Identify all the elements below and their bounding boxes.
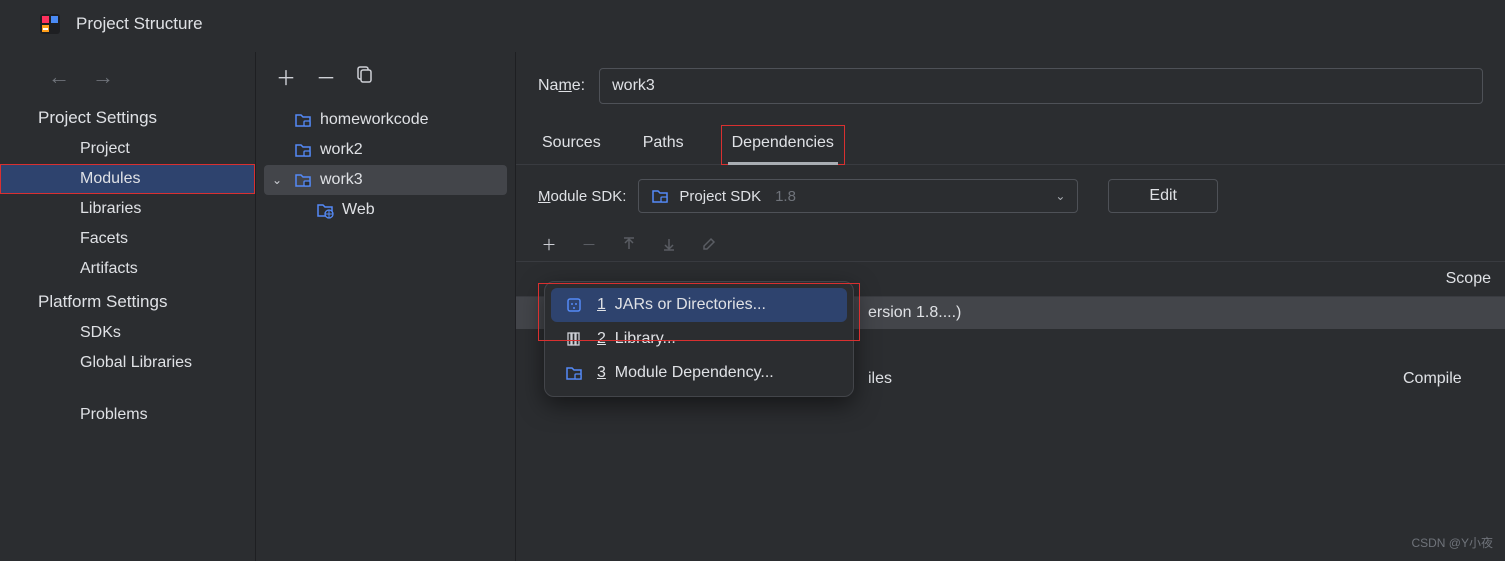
sidebar-item-facets[interactable]: Facets [0,224,255,254]
module-tree-panel: ＋ － homeworkcode work2 ⌄ work3 [256,52,516,561]
tree-item-work2[interactable]: work2 [264,135,507,165]
remove-dependency-button: － [578,233,600,255]
app-logo-icon [38,12,62,36]
popup-item-module-dependency[interactable]: 3 Module Dependency... [551,356,847,390]
chevron-down-icon: ⌄ [1055,189,1065,203]
watermark: CSDN @Y小夜 [1411,534,1493,551]
module-icon [565,364,583,382]
copy-module-button[interactable] [356,65,374,89]
name-label: Name: [538,77,585,95]
popup-item-library[interactable]: 2 Library... [551,322,847,356]
section-platform-settings: Platform Settings [0,284,255,318]
tree-item-web[interactable]: Web [264,195,507,225]
scope-column-header: Scope [1432,262,1505,296]
sidebar-item-modules[interactable]: Modules [0,164,255,194]
sidebar-item-problems[interactable]: Problems [0,400,255,430]
module-sdk-label: Module SDK: [538,188,626,205]
add-dependency-button[interactable]: ＋ [538,233,560,255]
move-down-button [658,233,680,255]
library-icon [565,330,583,348]
edit-dependency-button [698,233,720,255]
tab-sources[interactable]: Sources [538,126,605,164]
module-icon [294,171,312,189]
sidebar: ← → Project Settings Project Modules Lib… [0,52,256,561]
tree-item-work3[interactable]: ⌄ work3 [264,165,507,195]
name-input[interactable] [599,68,1483,104]
sidebar-item-global-libraries[interactable]: Global Libraries [0,348,255,378]
web-icon [316,201,334,219]
folder-icon [651,187,669,205]
chevron-down-icon[interactable]: ⌄ [272,173,286,187]
titlebar: Project Structure [0,0,1505,52]
remove-module-button[interactable]: － [316,62,336,91]
sidebar-item-libraries[interactable]: Libraries [0,194,255,224]
sidebar-item-sdks[interactable]: SDKs [0,318,255,348]
edit-sdk-button[interactable]: Edit [1108,179,1218,213]
add-dependency-popup: 1 JARs or Directories... 2 Library... 3 … [544,281,854,397]
add-module-button[interactable]: ＋ [276,62,296,91]
nav-forward-icon[interactable]: → [92,64,114,90]
module-icon [294,141,312,159]
sidebar-item-artifacts[interactable]: Artifacts [0,254,255,284]
sidebar-item-project[interactable]: Project [0,134,255,164]
move-up-button [618,233,640,255]
nav-back-icon[interactable]: ← [48,64,70,90]
tab-dependencies[interactable]: Dependencies [728,126,838,164]
module-sdk-select[interactable]: Project SDK 1.8 ⌄ [638,179,1078,213]
tabs: Sources Paths Dependencies [516,122,1505,165]
module-icon [294,111,312,129]
section-project-settings: Project Settings [0,100,255,134]
jar-icon [565,296,583,314]
tree-item-homeworkcode[interactable]: homeworkcode [264,105,507,135]
window-title: Project Structure [76,14,203,34]
tab-paths[interactable]: Paths [639,126,688,164]
popup-item-jars[interactable]: 1 JARs or Directories... [551,288,847,322]
